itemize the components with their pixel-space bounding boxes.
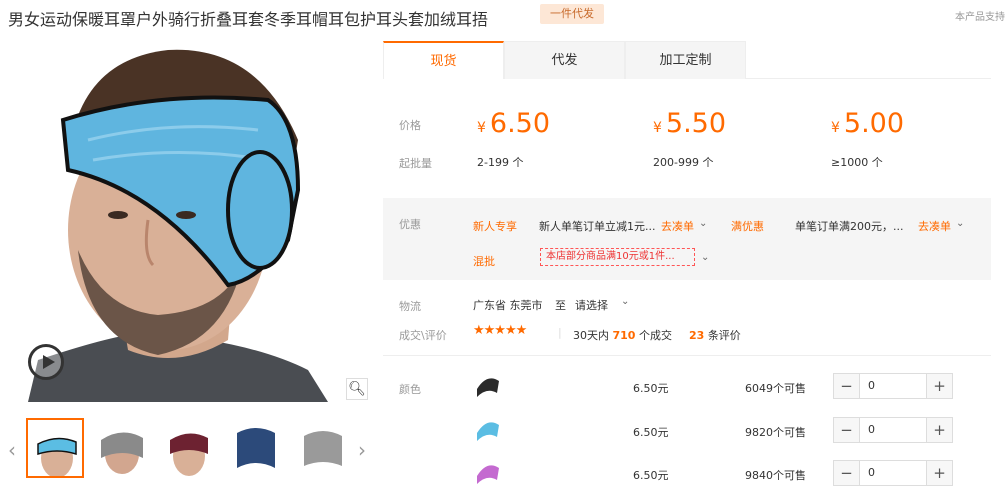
thumbnail-next-arrow[interactable]: › <box>354 438 370 462</box>
sku-price: 6.50元 <box>633 382 669 395</box>
increase-button[interactable]: + <box>926 461 952 485</box>
separator: | <box>558 326 562 339</box>
color-swatch[interactable] <box>471 371 503 399</box>
price-tiers: 价格 起批量 ¥6.50 2-199 个 ¥5.50 200-999 个 ¥5.… <box>383 80 991 192</box>
price-label: 价格 <box>399 119 421 132</box>
tier-1-price: ¥6.50 <box>477 108 551 139</box>
purchase-mode-tabs: 现货 代发 加工定制 <box>383 41 991 79</box>
increase-button[interactable]: + <box>926 374 952 398</box>
section-divider <box>383 355 991 356</box>
decrease-button[interactable]: − <box>834 374 860 398</box>
product-title: 男女运动保暖耳罩户外骑行折叠耳套冬季耳帽耳包护耳头套加绒耳捂 <box>8 10 489 29</box>
sku-price: 6.50元 <box>633 469 669 482</box>
deals-label: 成交\评价 <box>399 329 447 342</box>
chevron-down-icon[interactable]: ⌄ <box>701 252 709 263</box>
tab-in-stock[interactable]: 现货 <box>383 41 504 79</box>
thumbnail-2[interactable] <box>93 418 151 478</box>
tier-1-range: 2-199 个 <box>477 156 524 169</box>
new-user-tag: 新人专享 <box>473 220 517 233</box>
sku-stock: 9840个可售 <box>745 469 806 482</box>
sku-row: 6.50元 6049个可售 − 0 + <box>383 365 991 405</box>
shipping-section: 物流 广东省 东莞市 至 请选择 ⌄ 成交\评价 ★★★★★ | 30天内 71… <box>383 290 991 356</box>
thumbnail-1[interactable] <box>26 418 84 478</box>
main-product-image[interactable] <box>8 40 369 402</box>
increase-button[interactable]: + <box>926 418 952 442</box>
quantity-stepper: − 0 + <box>833 460 953 486</box>
shipping-destination-select[interactable]: 请选择 <box>575 297 608 313</box>
quantity-stepper: − 0 + <box>833 373 953 399</box>
tier-2-price: ¥5.50 <box>653 108 727 139</box>
full-discount-tag: 满优惠 <box>731 220 764 233</box>
mix-batch-tag: 混批 <box>473 255 495 268</box>
thumbnail-5[interactable] <box>294 418 352 478</box>
thumbnail-4[interactable] <box>227 418 285 478</box>
color-swatch[interactable] <box>471 415 503 443</box>
support-note: 本产品支持 <box>955 12 1005 23</box>
dropship-badge: 一件代发 <box>540 4 604 24</box>
sku-price: 6.50元 <box>633 426 669 439</box>
collect-order-link[interactable]: 去凑单 <box>661 218 694 234</box>
quantity-input[interactable]: 0 <box>868 374 875 398</box>
video-play-button[interactable] <box>28 344 64 380</box>
rating-stars: ★★★★★ <box>473 323 527 338</box>
shipping-label: 物流 <box>399 300 421 313</box>
decrease-button[interactable]: − <box>834 418 860 442</box>
shipping-origin: 广东省 东莞市 <box>473 299 543 312</box>
chevron-down-icon[interactable]: ⌄ <box>956 218 964 229</box>
color-swatch[interactable] <box>471 458 503 486</box>
tab-dropship[interactable]: 代发 <box>504 41 625 79</box>
tier-3-price: ¥5.00 <box>831 108 905 139</box>
thumbnail-prev-arrow[interactable]: ‹ <box>4 438 20 462</box>
deals-summary: 30天内 710 个成交 <box>573 329 672 342</box>
new-user-offer: 新人单笔订单立减1元... <box>539 220 656 233</box>
sku-stock: 9820个可售 <box>745 426 806 439</box>
tier-2-range: 200-999 个 <box>653 156 714 169</box>
thumbnail-strip: ‹ › <box>0 418 384 482</box>
quantity-stepper: − 0 + <box>833 417 953 443</box>
sku-row: 6.50元 9840个可售 − 0 + <box>383 452 991 492</box>
tab-custom-processing[interactable]: 加工定制 <box>625 41 746 79</box>
sku-row: 6.50元 9820个可售 − 0 + <box>383 409 991 449</box>
reviews-link[interactable]: 23 条评价 <box>689 327 741 343</box>
decrease-button[interactable]: − <box>834 461 860 485</box>
full-discount-offer: 单笔订单满200元，... <box>795 220 904 233</box>
quantity-input[interactable]: 0 <box>868 461 875 485</box>
collect-order-link-2[interactable]: 去凑单 <box>918 218 951 234</box>
tier-3-range: ≥1000 个 <box>831 156 883 169</box>
moq-label: 起批量 <box>399 157 432 170</box>
quantity-input[interactable]: 0 <box>868 418 875 442</box>
sku-selector: 颜色 6.50元 6049个可售 − 0 + 6.50元 9820个可售 − 0… <box>383 365 991 503</box>
chevron-down-icon[interactable]: ⌄ <box>699 218 707 229</box>
promo-label: 优惠 <box>399 218 421 231</box>
promotions-panel: 优惠 新人专享 新人单笔订单立减1元... 去凑单 ⌄ 满优惠 单笔订单满200… <box>383 198 991 280</box>
shipping-to: 至 <box>555 299 566 312</box>
chevron-down-icon[interactable]: ⌄ <box>621 296 629 307</box>
zoom-icon[interactable]: 🔍︎ <box>346 378 368 400</box>
sku-stock: 6049个可售 <box>745 382 806 395</box>
thumbnail-3[interactable] <box>160 418 218 478</box>
mix-batch-offer[interactable]: 本店部分商品满10元或1件... <box>540 248 695 266</box>
